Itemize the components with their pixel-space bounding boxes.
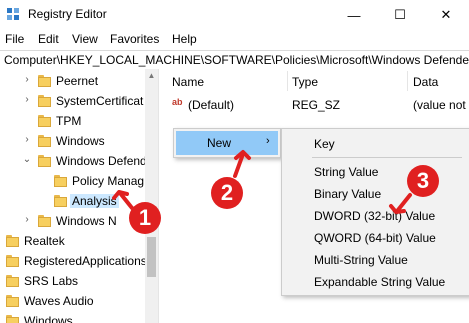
menu-view[interactable]: View (72, 32, 98, 46)
column-header-type[interactable]: Type (292, 75, 318, 89)
folder-icon (38, 215, 51, 227)
folder-icon (6, 275, 19, 287)
step-badge-2: 2 (211, 177, 243, 209)
registry-editor-icon (7, 8, 19, 20)
step-badge-3: 3 (407, 165, 439, 197)
folder-icon (6, 315, 19, 323)
tree-item-label: RegisteredApplications (24, 254, 147, 268)
chevron-right-icon[interactable]: › (22, 95, 32, 105)
context-menu: New › (173, 128, 281, 158)
column-separator[interactable] (287, 71, 288, 91)
tree-scrollbar[interactable]: ▲ (145, 69, 158, 323)
value-data: (value not (413, 98, 466, 112)
submenu-item-qword-value[interactable]: QWORD (64-bit) Value (314, 231, 436, 245)
tree-item[interactable]: SRS Labs (0, 271, 158, 291)
menu-file[interactable]: File (5, 32, 24, 46)
title-bar: Registry Editor — ☐ ✕ (0, 0, 469, 30)
folder-icon (38, 115, 51, 127)
new-submenu: Key String Value Binary Value DWORD (32-… (281, 128, 469, 296)
address-path: Computer\HKEY_LOCAL_MACHINE\SOFTWARE\Pol… (4, 53, 469, 67)
registry-tree: › Peernet › SystemCertificat TPM › Windo… (0, 69, 158, 323)
tree-item-label: Waves Audio (24, 294, 94, 308)
tree-item-label: SRS Labs (24, 274, 79, 288)
tree-item[interactable]: ⌄ Windows Defend (0, 151, 158, 171)
tree-item[interactable]: › SystemCertificat (0, 91, 158, 111)
scroll-thumb[interactable] (147, 237, 156, 277)
menu-edit[interactable]: Edit (38, 32, 59, 46)
step-badge-1: 1 (129, 202, 161, 234)
tree-item-label: Windows Defend (56, 154, 147, 168)
folder-icon (38, 95, 51, 107)
tree-item-label: Windows N (56, 214, 117, 228)
column-header-name[interactable]: Name (172, 75, 204, 89)
tree-item-label: Realtek (24, 234, 65, 248)
menu-separator (312, 157, 462, 158)
column-header-data[interactable]: Data (413, 75, 438, 89)
address-bar[interactable]: Computer\HKEY_LOCAL_MACHINE\SOFTWARE\Pol… (0, 50, 469, 70)
minimize-button[interactable]: — (331, 0, 377, 30)
chevron-right-icon[interactable]: › (22, 215, 32, 225)
submenu-item-string-value[interactable]: String Value (314, 165, 378, 179)
column-separator[interactable] (407, 71, 408, 91)
string-value-icon: ab (172, 97, 183, 107)
menu-favorites[interactable]: Favorites (110, 32, 159, 46)
tree-item[interactable]: › Windows (0, 131, 158, 151)
table-row[interactable]: ab (Default) REG_SZ (value not (168, 96, 469, 114)
tree-item[interactable]: Realtek (0, 231, 158, 251)
value-type: REG_SZ (292, 98, 341, 112)
submenu-item-dword-value[interactable]: DWORD (32-bit) Value (314, 209, 435, 223)
tree-item-label: SystemCertificat (56, 94, 144, 108)
chevron-right-icon[interactable]: › (22, 75, 32, 85)
tree-item[interactable]: TPM (0, 111, 158, 131)
tree-item-label: Policy Manag (72, 174, 145, 188)
tree-item[interactable]: Policy Manag (0, 171, 158, 191)
chevron-right-icon: › (266, 135, 270, 147)
value-name: (Default) (188, 98, 235, 112)
tree-item-label: Windows (56, 134, 105, 148)
folder-icon (54, 195, 67, 207)
tree-item[interactable]: RegisteredApplications (0, 251, 158, 271)
folder-icon (38, 135, 51, 147)
tree-item-label: Peernet (56, 74, 99, 88)
tree-item-label: TPM (56, 114, 82, 128)
tree-item[interactable]: › Peernet (0, 71, 158, 91)
tree-item[interactable]: Waves Audio (0, 291, 158, 311)
tree-item-label: Analysis (70, 194, 119, 208)
tree-item[interactable]: Windows (0, 311, 158, 323)
menu-help[interactable]: Help (172, 32, 197, 46)
folder-icon (6, 235, 19, 247)
scroll-up-icon[interactable]: ▲ (147, 71, 156, 80)
close-button[interactable]: ✕ (423, 0, 469, 30)
maximize-button[interactable]: ☐ (377, 0, 423, 30)
chevron-right-icon[interactable]: › (22, 135, 32, 145)
submenu-item-expandable-string-value[interactable]: Expandable String Value (314, 275, 445, 289)
submenu-item-multi-string-value[interactable]: Multi-String Value (314, 253, 408, 267)
submenu-item-binary-value[interactable]: Binary Value (314, 187, 381, 201)
folder-icon (6, 255, 19, 267)
folder-icon (54, 175, 67, 187)
chevron-down-icon[interactable]: ⌄ (22, 155, 32, 165)
submenu-item-key[interactable]: Key (314, 137, 335, 151)
menu-bar: File Edit View Favorites Help (0, 30, 469, 48)
window-title: Registry Editor (28, 7, 107, 21)
menu-item-new-label: New (207, 136, 232, 150)
folder-icon (38, 75, 51, 87)
folder-icon (38, 155, 51, 167)
folder-icon (6, 295, 19, 307)
tree-item-label: Windows (24, 314, 73, 323)
